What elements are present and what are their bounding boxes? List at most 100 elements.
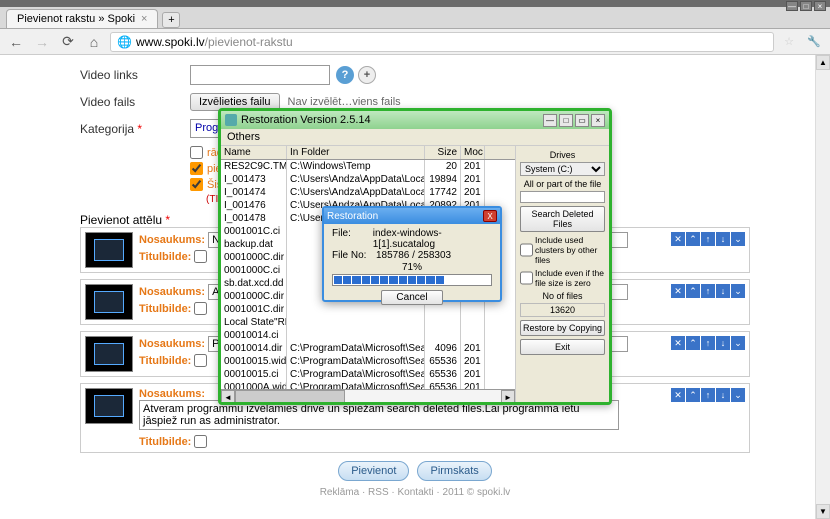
include-used-checkbox[interactable]: Include used clusters by other files xyxy=(520,235,605,265)
file-row[interactable]: I_001473C:\Users\Andza\AppData\Local\Goo… xyxy=(221,173,515,186)
titlepic-label: Titulbilde: xyxy=(139,251,191,263)
exit-button[interactable]: Exit xyxy=(520,339,605,355)
file-row[interactable]: 00010015.widC:\ProgramData\Microsoft\Sea… xyxy=(221,355,515,368)
move-down-icon[interactable]: ↓ xyxy=(716,284,730,298)
checkbox-agree[interactable] xyxy=(190,162,203,175)
scroll-right-icon[interactable]: ► xyxy=(501,390,515,404)
wrench-icon[interactable]: 🔧 xyxy=(804,32,824,52)
thumbnail[interactable] xyxy=(85,336,133,372)
filelist-header[interactable]: Name In Folder Size Moc xyxy=(221,146,515,160)
delete-icon[interactable]: ✕ xyxy=(671,336,685,350)
file-row[interactable]: RES2C9C.TMPC:\Windows\Temp20201 xyxy=(221,160,515,173)
titlepic-checkbox[interactable] xyxy=(194,354,207,367)
col-folder[interactable]: In Folder xyxy=(287,146,425,159)
submit-button[interactable]: Pievienot xyxy=(338,461,409,481)
file-row[interactable]: Local State"RF.. xyxy=(221,316,515,329)
scroll-down-icon[interactable]: ▼ xyxy=(816,504,830,519)
move-top-icon[interactable]: ⌃ xyxy=(686,232,700,246)
thumbnail[interactable] xyxy=(85,232,133,268)
horizontal-scrollbar[interactable]: ◄ ► xyxy=(221,389,515,403)
url-field[interactable]: 🌐 www.spoki.lv /pievienot-rakstu xyxy=(110,32,774,52)
window-maximize-button[interactable]: □ xyxy=(800,1,812,11)
add-icon[interactable]: + xyxy=(358,66,376,84)
globe-icon: 🌐 xyxy=(117,35,132,49)
file-value: index-windows-1[1].sucatalog xyxy=(373,228,492,250)
video-links-input[interactable] xyxy=(190,65,330,85)
nof-value: 13620 xyxy=(520,303,605,317)
name-label: Nosaukums: xyxy=(139,388,205,400)
app-minimize-button[interactable]: — xyxy=(543,114,557,127)
titlepic-checkbox[interactable] xyxy=(194,302,207,315)
delete-icon[interactable]: ✕ xyxy=(671,284,685,298)
url-path: /pievienot-rakstu xyxy=(205,35,293,49)
delete-icon[interactable]: ✕ xyxy=(671,388,685,402)
back-button[interactable]: ← xyxy=(6,32,26,52)
filter-input[interactable] xyxy=(520,191,605,203)
dialog-titlebar[interactable]: Restoration X xyxy=(324,208,500,224)
app-maxrestore-button[interactable]: □ xyxy=(559,114,573,127)
move-up-icon[interactable]: ↑ xyxy=(701,232,715,246)
scroll-up-icon[interactable]: ▲ xyxy=(816,55,830,70)
name-label: Nosaukums: xyxy=(139,338,205,350)
file-row[interactable]: 00010015.ciC:\ProgramData\Microsoft\Sear… xyxy=(221,368,515,381)
titlepic-label: Titulbilde: xyxy=(139,436,191,448)
help-icon[interactable]: ? xyxy=(336,66,354,84)
move-top-icon[interactable]: ⌃ xyxy=(686,284,700,298)
menu-others[interactable]: Others xyxy=(221,129,609,146)
preview-button[interactable]: Pirmskats xyxy=(417,461,491,481)
move-bottom-icon[interactable]: ⌄ xyxy=(731,336,745,350)
delete-icon[interactable]: ✕ xyxy=(671,232,685,246)
home-button[interactable]: ⌂ xyxy=(84,32,104,52)
tab-close-icon[interactable]: × xyxy=(141,13,147,25)
move-up-icon[interactable]: ↑ xyxy=(701,284,715,298)
window-minimize-button[interactable]: — xyxy=(786,1,798,11)
thumbnail[interactable] xyxy=(85,388,133,424)
dialog-close-button[interactable]: X xyxy=(483,210,497,222)
move-bottom-icon[interactable]: ⌄ xyxy=(731,232,745,246)
move-up-icon[interactable]: ↑ xyxy=(701,388,715,402)
move-bottom-icon[interactable]: ⌄ xyxy=(731,284,745,298)
url-host: www.spoki.lv xyxy=(136,35,205,49)
reload-button[interactable]: ⟳ xyxy=(58,32,78,52)
file-key: File: xyxy=(332,228,365,250)
scroll-thumb[interactable] xyxy=(235,390,345,403)
url-bar: ← → ⟳ ⌂ 🌐 www.spoki.lv /pievienot-rakstu… xyxy=(0,29,830,55)
restore-button[interactable]: Restore by Copying xyxy=(520,320,605,336)
titlepic-checkbox[interactable] xyxy=(194,435,207,448)
move-top-icon[interactable]: ⌃ xyxy=(686,388,700,402)
checkbox-show[interactable] xyxy=(190,146,203,159)
browser-tab[interactable]: Pievienot rakstu » Spoki × xyxy=(6,9,158,28)
app-close-button[interactable]: × xyxy=(591,114,605,127)
app-maximize-button[interactable]: ▭ xyxy=(575,114,589,127)
file-row[interactable]: I_001474C:\Users\Andza\AppData\Local\Goo… xyxy=(221,186,515,199)
file-row[interactable]: 00010014.ci xyxy=(221,329,515,342)
move-up-icon[interactable]: ↑ xyxy=(701,336,715,350)
titlepic-checkbox[interactable] xyxy=(194,250,207,263)
include-zero-checkbox[interactable]: Include even if the file size is zero xyxy=(520,268,605,288)
move-down-icon[interactable]: ↓ xyxy=(716,336,730,350)
forward-button[interactable]: → xyxy=(32,32,52,52)
move-down-icon[interactable]: ↓ xyxy=(716,388,730,402)
move-bottom-icon[interactable]: ⌄ xyxy=(731,388,745,402)
bookmark-star-icon[interactable]: ☆ xyxy=(780,35,798,48)
col-mod[interactable]: Moc xyxy=(461,146,485,159)
file-row[interactable]: 0001000A.widC:\ProgramData\Microsoft\Sea… xyxy=(221,381,515,389)
move-top-icon[interactable]: ⌃ xyxy=(686,336,700,350)
fileno-value: 185786 / 258303 xyxy=(376,250,451,261)
col-size[interactable]: Size xyxy=(425,146,461,159)
file-row[interactable]: 00010014.dirC:\ProgramData\Microsoft\Sea… xyxy=(221,342,515,355)
new-tab-button[interactable]: + xyxy=(162,12,180,28)
cancel-button[interactable]: Cancel xyxy=(381,290,442,305)
browser-scrollbar[interactable]: ▲ ▼ xyxy=(815,55,830,519)
restoration-title: Restoration Version 2.5.14 xyxy=(241,114,371,126)
move-down-icon[interactable]: ↓ xyxy=(716,232,730,246)
checkbox-this[interactable] xyxy=(190,178,203,191)
thumbnail[interactable] xyxy=(85,284,133,320)
search-deleted-button[interactable]: Search Deleted Files xyxy=(520,206,605,232)
percent-label: 71% xyxy=(332,262,492,273)
drive-select[interactable]: System (C:) xyxy=(520,162,605,176)
col-name[interactable]: Name xyxy=(221,146,287,159)
restoration-titlebar[interactable]: Restoration Version 2.5.14 — □ ▭ × xyxy=(221,111,609,129)
window-close-button[interactable]: × xyxy=(814,1,826,11)
scroll-left-icon[interactable]: ◄ xyxy=(221,390,235,404)
